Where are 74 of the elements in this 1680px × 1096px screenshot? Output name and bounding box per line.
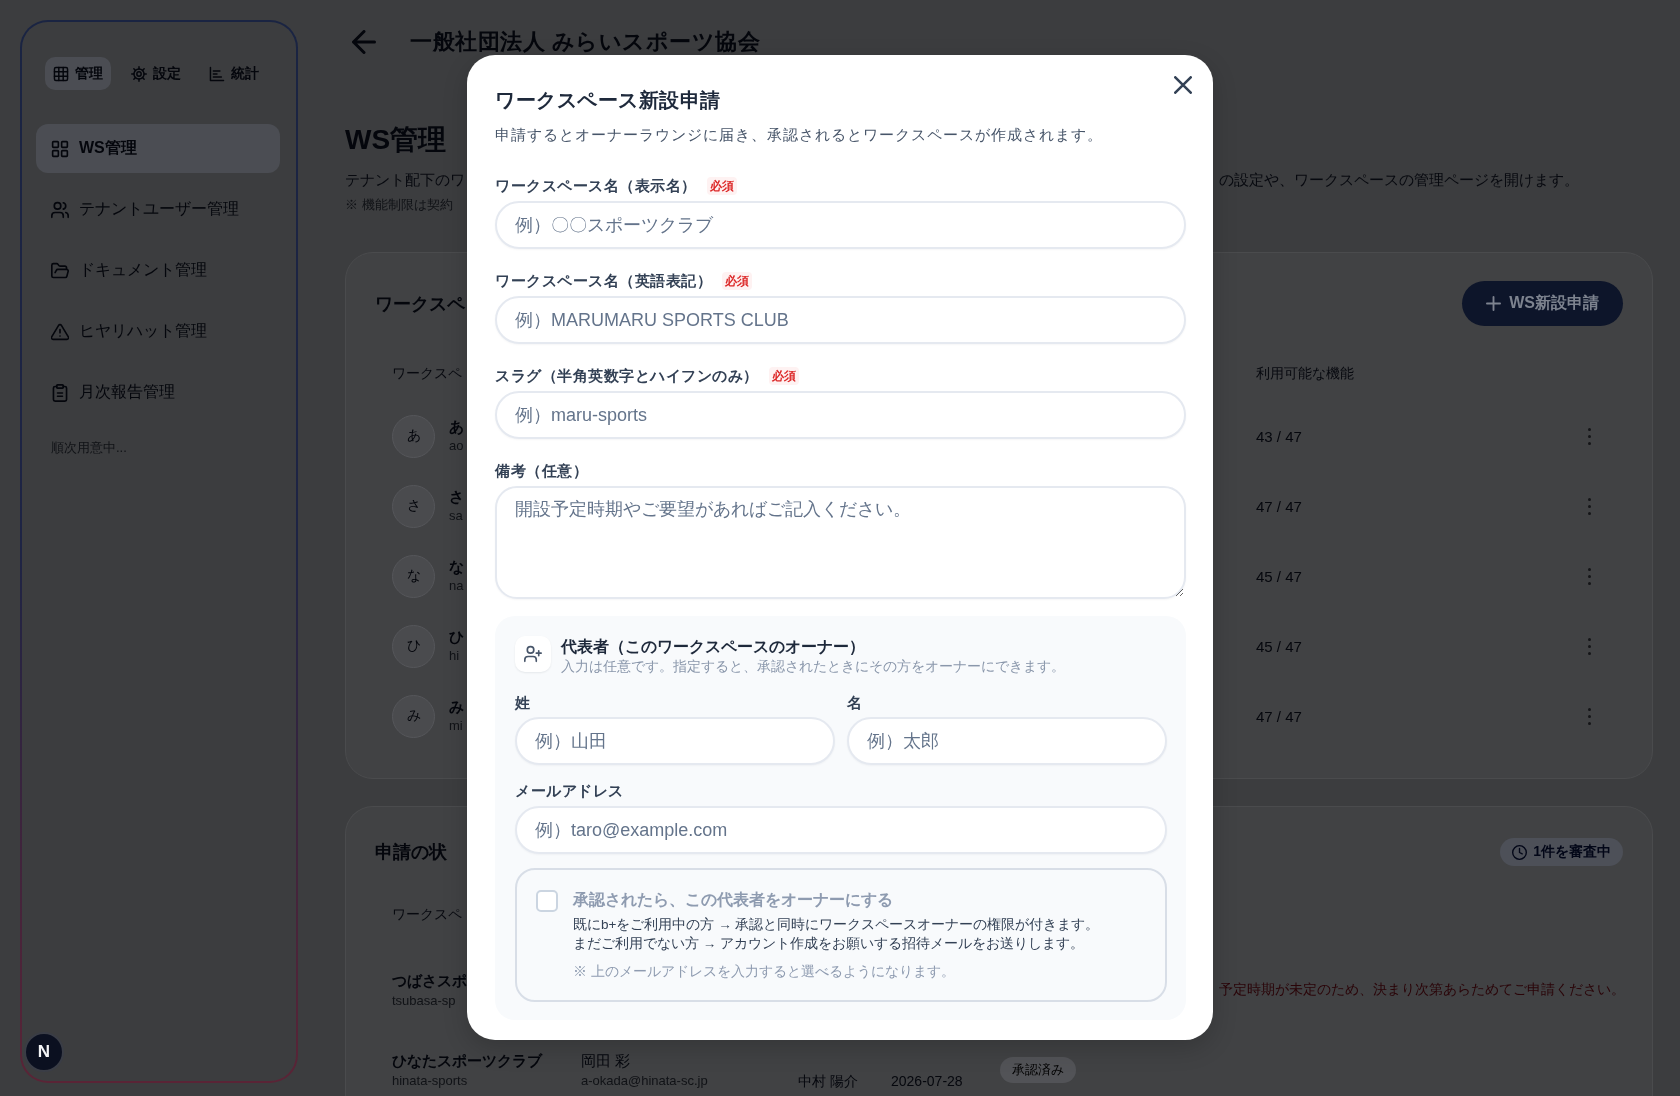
dialog-subtitle: 申請するとオーナーラウンジに届き、承認されるとワークスペースが作成されます。	[495, 125, 1103, 145]
text-input[interactable]: 例）maru-sports	[495, 391, 1186, 439]
card-title: ワークスペ	[375, 292, 465, 316]
text-input[interactable]: 例）MARUMARU SPORTS CLUB	[495, 296, 1186, 344]
settings-icon	[131, 65, 147, 82]
request-name: つばさスポ	[392, 971, 467, 991]
clipboard-icon	[51, 383, 69, 402]
warning-icon	[51, 322, 69, 341]
field-label: ワークスペース名（表示名）	[495, 176, 697, 196]
notes-textarea[interactable]: 開設予定時期やご要望があればご記入ください。	[495, 486, 1186, 599]
close-icon[interactable]	[1174, 76, 1192, 94]
initial-avatar: さ	[392, 484, 435, 528]
required-tag: 必須	[768, 367, 799, 385]
request-name: ひなたスポーツクラブ	[392, 1051, 542, 1071]
field-label: 姓	[515, 693, 531, 713]
grid-icon	[51, 139, 69, 158]
workspace-name: な	[449, 557, 464, 577]
rejection-note: 予定時期が未定のため、決まり次第あらためてご申請ください。	[1219, 981, 1625, 999]
dialog-title: ワークスペース新設申請	[495, 88, 721, 113]
workspace-name: み	[449, 697, 464, 717]
field-label: メールアドレス	[515, 781, 624, 801]
workspace-name: ひ	[449, 627, 464, 647]
feature-count: 47 / 47	[1256, 707, 1302, 725]
email-input[interactable]: 例）taro@example.com	[515, 806, 1167, 854]
initial-avatar: み	[392, 694, 435, 738]
required-tag: 必須	[706, 177, 737, 195]
more-icon[interactable]	[1587, 707, 1591, 725]
reviewer-name: 中村 陽介	[798, 1072, 859, 1090]
back-arrow-icon[interactable]	[352, 30, 376, 54]
nav-item[interactable]: WS管理	[36, 124, 280, 173]
request-date: 2026-07-28	[891, 1072, 964, 1090]
sidebar-tab[interactable]: 管理	[45, 57, 111, 90]
plus-icon	[1486, 296, 1502, 311]
initial-avatar: あ	[392, 414, 435, 458]
text-input[interactable]: 例）山田	[515, 717, 835, 765]
hint-text: ※ 上のメールアドレスを入力すると選べるようになります。	[573, 962, 955, 981]
feature-count: 43 / 47	[1256, 427, 1302, 445]
text-input[interactable]: 例）〇〇スポーツクラブ	[495, 201, 1186, 249]
section-title: 代表者（このワークスペースのオーナー）	[561, 637, 865, 657]
sidebar-tab[interactable]: 設定	[123, 57, 189, 90]
text-input[interactable]: 例）太郎	[847, 717, 1167, 765]
status-tag: 承認済み	[1000, 1057, 1076, 1083]
more-icon[interactable]	[1587, 427, 1591, 445]
field-label: ワークスペース名（英語表記）	[495, 271, 712, 291]
feature-count: 47 / 47	[1256, 497, 1302, 515]
feature-count: 45 / 47	[1256, 637, 1302, 655]
field-label: 備考（任意）	[495, 461, 588, 481]
more-icon[interactable]	[1587, 637, 1591, 655]
section-subtitle: 入力は任意です。指定すると、承認されたときにその方をオーナーにできます。	[561, 658, 1065, 676]
info-text: 既にb+をご利用中の方 → 承認と同時にワークスペースオーナーの権限が付きます。	[573, 916, 1100, 934]
workspace-name: さ	[449, 487, 464, 507]
more-icon[interactable]	[1587, 497, 1591, 515]
card-title: 申請の状	[375, 841, 447, 864]
user-plus-icon	[515, 636, 551, 672]
new-request-button[interactable]: WS新設申請	[1462, 281, 1623, 326]
checkbox-label: 承認されたら、この代表者をオーナーにする	[573, 890, 893, 910]
page-heading: WS管理	[345, 123, 447, 157]
field-label: 名	[847, 693, 863, 713]
folder-icon	[51, 261, 69, 280]
clock-icon	[1512, 844, 1528, 860]
required-tag: 必須	[722, 272, 752, 290]
initial-avatar: な	[392, 554, 435, 598]
bar-chart-icon	[209, 65, 225, 82]
table-icon	[53, 65, 69, 82]
field-label: スラグ（半角英数字とハイフンのみ）	[495, 366, 759, 386]
users-icon	[51, 200, 69, 219]
workspace-name: あ	[449, 417, 464, 437]
info-text: まだご利用でない方 → アカウント作成をお願いする招待メールをお送りします。	[573, 935, 1084, 953]
sidebar-tab[interactable]: 統計	[201, 57, 267, 90]
review-status-text: 1件を審査中	[1533, 843, 1611, 861]
more-icon[interactable]	[1587, 567, 1591, 585]
feature-count: 45 / 47	[1256, 567, 1302, 585]
initial-avatar: ひ	[392, 624, 435, 668]
page-title: 一般社団法人 みらいスポーツ協会	[410, 28, 761, 56]
